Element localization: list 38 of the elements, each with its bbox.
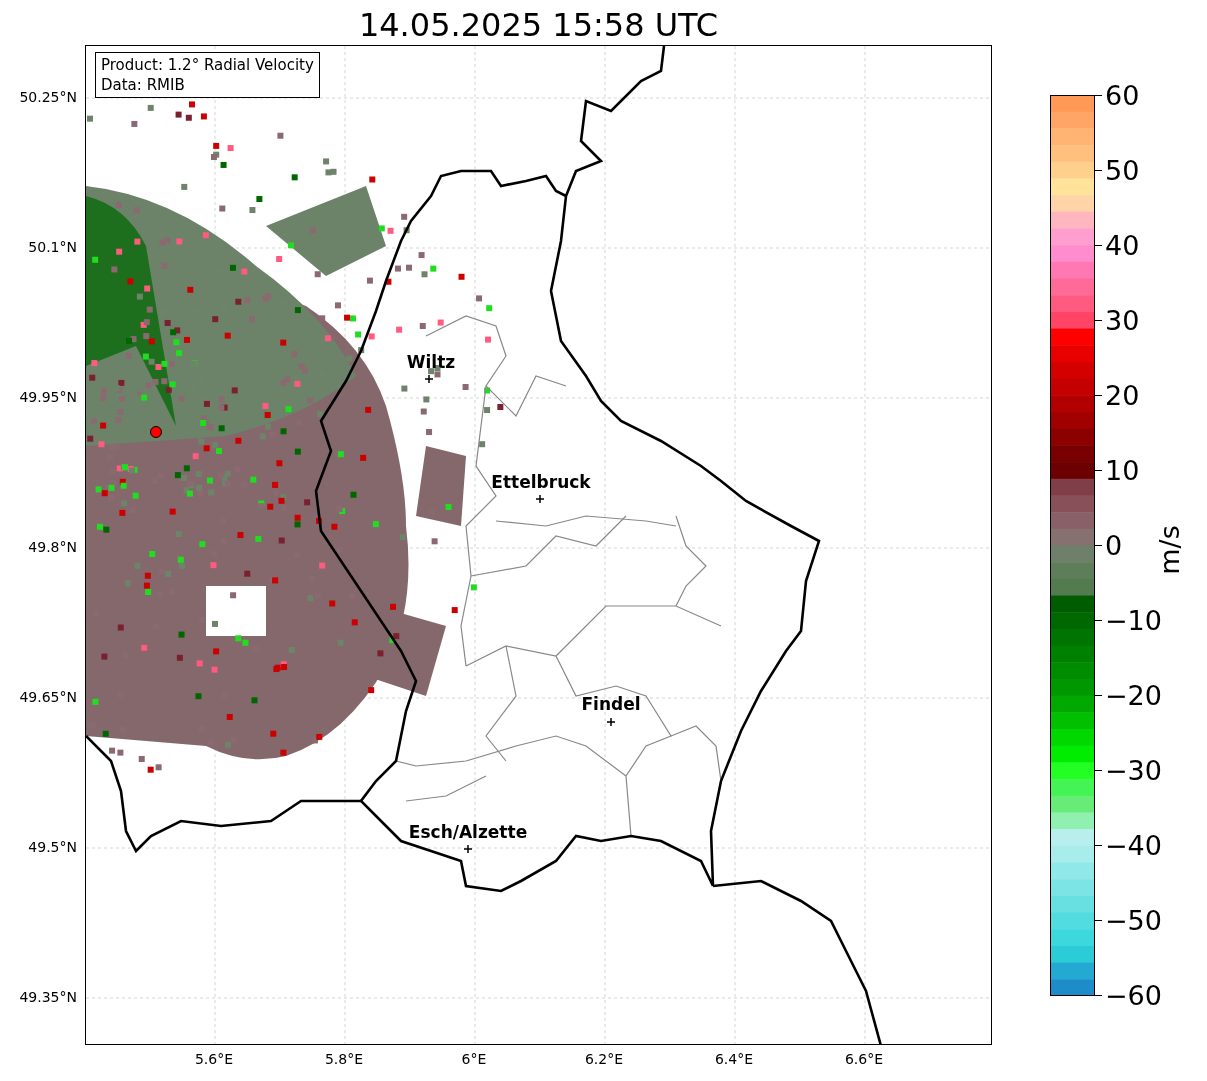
- longitude-label: 6°E: [461, 1051, 487, 1067]
- colorbar-tick-label: 40: [1105, 229, 1140, 261]
- info-text: Data: RMIB: [101, 75, 186, 95]
- colorbar-tick-label: −20: [1105, 679, 1162, 711]
- latitude-label: 49.95°N: [19, 389, 77, 405]
- city-marker-icon: [535, 494, 545, 504]
- colorbar-tick-label: 0: [1105, 529, 1123, 561]
- longitude-label: 5.6°E: [194, 1051, 234, 1067]
- colorbar-tick-label: −10: [1105, 604, 1162, 636]
- latitude-label: 49.35°N: [19, 989, 77, 1005]
- city-marker-icon: [463, 844, 473, 854]
- city-label: Wiltz: [406, 352, 456, 372]
- colorbar-tick-label: 10: [1105, 454, 1140, 486]
- latitude-label: 50.25°N: [19, 89, 77, 105]
- colorbar-tick-label: −50: [1105, 904, 1162, 936]
- city-marker-icon: [424, 374, 434, 384]
- colorbar-tick-label: −60: [1105, 979, 1162, 1011]
- latitude-label: 49.5°N: [28, 839, 77, 855]
- longitude-label: 6.2°E: [584, 1051, 624, 1067]
- city-marker-icon: [606, 717, 616, 727]
- info-text: Product: 1.2° Radial Velocity: [101, 55, 314, 75]
- colorbar-tick-label: 50: [1105, 154, 1140, 186]
- city-label: Findel: [581, 694, 641, 714]
- colorbar-tick-label: 60: [1105, 79, 1140, 111]
- latitude-label: 49.65°N: [19, 689, 77, 705]
- colorbar-tick-label: −30: [1105, 754, 1162, 786]
- longitude-label: 6.6°E: [844, 1051, 884, 1067]
- city-label: Ettelbruck: [491, 472, 591, 492]
- colorbar-tick-label: 30: [1105, 304, 1140, 336]
- colorbar-tick-label: −40: [1105, 829, 1162, 861]
- colorbar-tick-label: 20: [1105, 379, 1140, 411]
- colorbar-unit-label: m/s: [1153, 525, 1185, 575]
- longitude-label: 5.8°E: [324, 1051, 364, 1067]
- latitude-label: 50.1°N: [28, 239, 77, 255]
- latitude-label: 49.8°N: [28, 539, 77, 555]
- longitude-label: 6.4°E: [714, 1051, 754, 1067]
- chart-title: 14.05.2025 15:58 UTC: [357, 5, 720, 45]
- city-label: Esch/Alzette: [408, 822, 528, 842]
